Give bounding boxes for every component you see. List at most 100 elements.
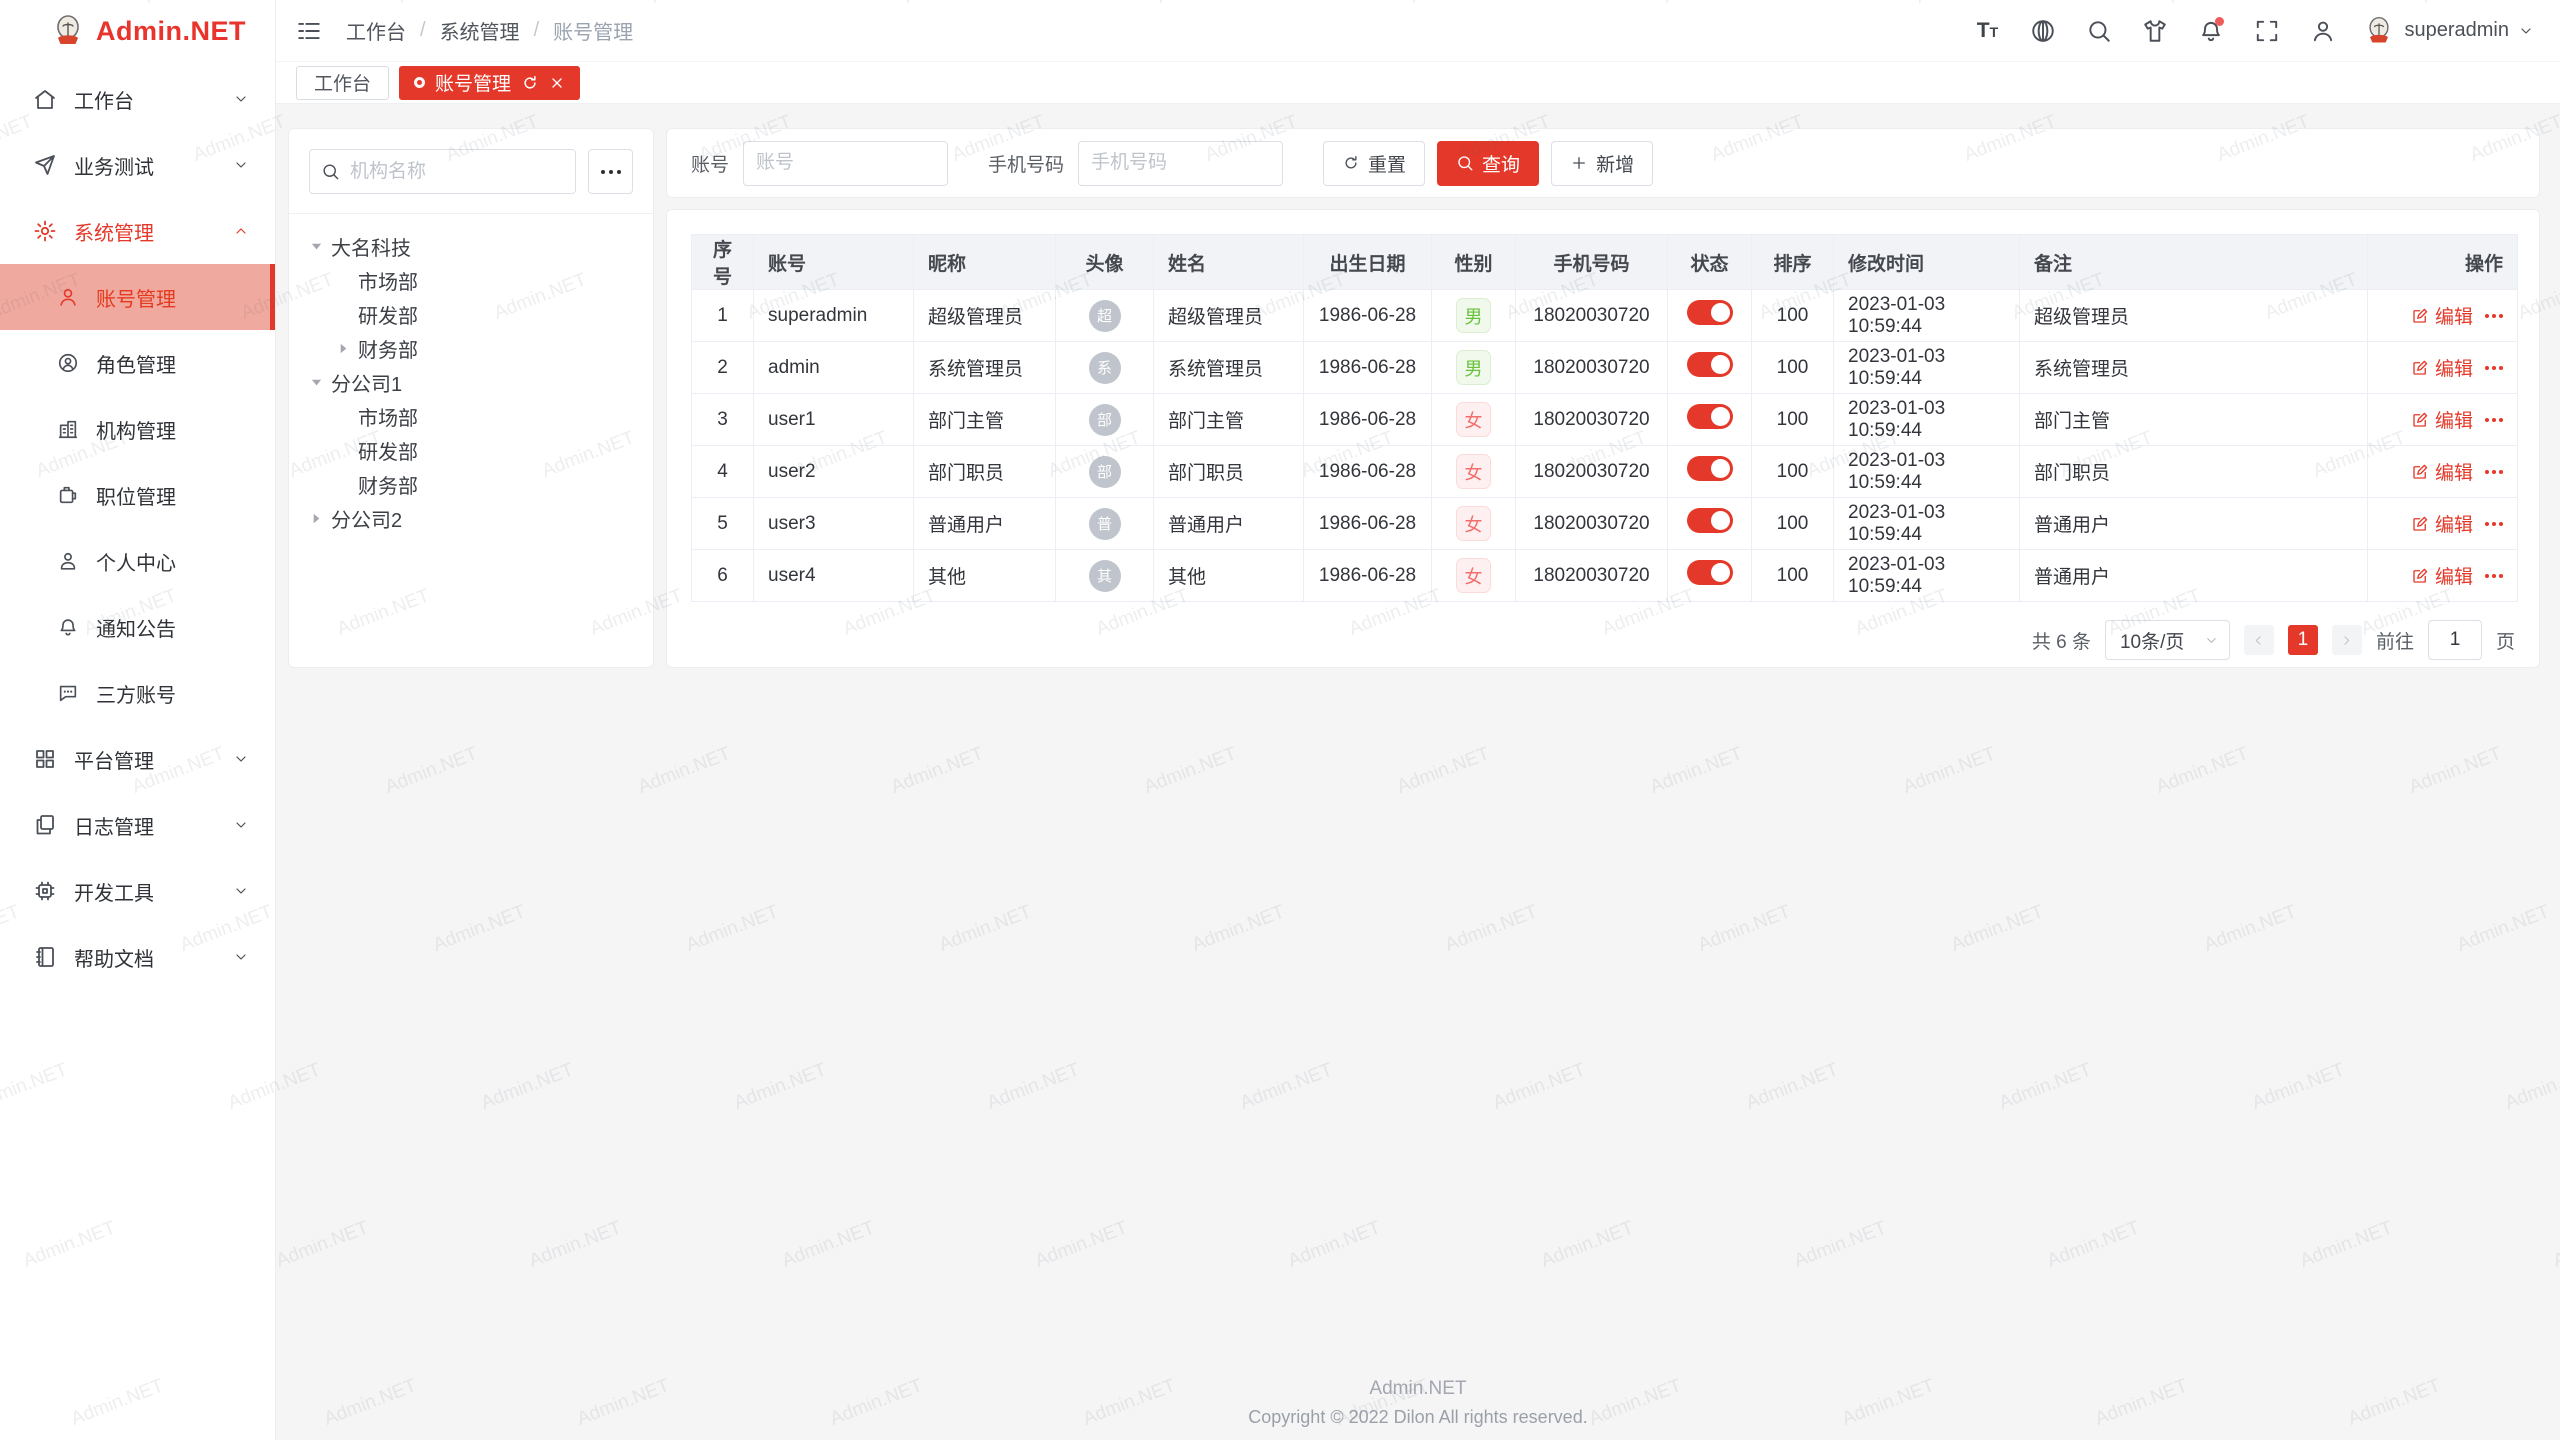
building-icon	[57, 418, 79, 440]
language-button[interactable]	[2027, 15, 2059, 47]
font-size-button[interactable]: TT	[1971, 15, 2003, 47]
edit-button[interactable]: 编辑	[2411, 406, 2473, 433]
edit-button[interactable]: 编辑	[2411, 354, 2473, 381]
cell-birthdate: 1986-06-28	[1304, 394, 1432, 446]
status-toggle[interactable]	[1687, 300, 1733, 325]
search-button[interactable]	[2083, 15, 2115, 47]
chevron-down-icon	[233, 157, 249, 173]
menu-fold-icon	[296, 18, 322, 44]
caret-placeholder	[336, 307, 351, 322]
refresh-icon[interactable]	[521, 74, 539, 92]
more-actions-button[interactable]	[2485, 418, 2503, 422]
status-toggle[interactable]	[1687, 404, 1733, 429]
edit-button[interactable]: 编辑	[2411, 302, 2473, 329]
edit-button[interactable]: 编辑	[2411, 562, 2473, 589]
tree-node-dept[interactable]: 研发部	[309, 297, 633, 331]
sidebar-item-log-management[interactable]: 日志管理	[0, 792, 275, 858]
status-toggle[interactable]	[1687, 456, 1733, 481]
tree-node-company[interactable]: 分公司2	[309, 501, 633, 535]
cell-remark: 系统管理员	[2020, 342, 2368, 394]
sidebar-item-help-docs[interactable]: 帮助文档	[0, 924, 275, 990]
breadcrumb-account-management: 账号管理	[553, 16, 633, 45]
divider	[289, 213, 653, 214]
notifications-button[interactable]	[2195, 15, 2227, 47]
tree-node-company[interactable]: 大名科技	[309, 229, 633, 263]
status-toggle[interactable]	[1687, 352, 1733, 377]
user-menu[interactable]: superadmin	[2363, 15, 2534, 47]
plus-icon	[1570, 154, 1588, 172]
table-row: 4 user2 部门职员 部 部门职员 1986-06-28 女 1802003…	[692, 446, 2518, 498]
goto-page-input[interactable]	[2428, 620, 2482, 660]
active-tab-dot-icon	[414, 77, 425, 88]
theme-button[interactable]	[2139, 15, 2171, 47]
sidebar-item-platform-management[interactable]: 平台管理	[0, 726, 275, 792]
more-actions-button[interactable]	[2485, 522, 2503, 526]
profile-shortcut-button[interactable]	[2307, 15, 2339, 47]
avatar: 部	[1089, 404, 1121, 436]
sidebar-item-dev-tools[interactable]: 开发工具	[0, 858, 275, 924]
caret-right-icon[interactable]	[336, 341, 351, 356]
tree-node-company[interactable]: 分公司1	[309, 365, 633, 399]
tree-node-dept[interactable]: 市场部	[309, 399, 633, 433]
user-icon	[2310, 18, 2336, 44]
next-page-button[interactable]	[2332, 625, 2362, 655]
gender-badge: 女	[1456, 558, 1491, 593]
close-icon[interactable]	[549, 75, 565, 91]
sidebar-item-personal-center[interactable]: 个人中心	[0, 528, 275, 594]
cell-nickname: 其他	[914, 550, 1056, 602]
username: superadmin	[2404, 19, 2509, 42]
table-row: 3 user1 部门主管 部 部门主管 1986-06-28 女 1802003…	[692, 394, 2518, 446]
col-modified: 修改时间	[1834, 235, 2020, 290]
edit-button[interactable]: 编辑	[2411, 510, 2473, 537]
caret-right-icon[interactable]	[309, 511, 324, 526]
sidebar-item-role-management[interactable]: 角色管理	[0, 330, 275, 396]
more-actions-button[interactable]	[2485, 574, 2503, 578]
sidebar-item-third-party-account[interactable]: 三方账号	[0, 660, 275, 726]
sidebar-item-workbench[interactable]: 工作台	[0, 66, 275, 132]
caret-down-icon[interactable]	[309, 239, 324, 254]
fullscreen-button[interactable]	[2251, 15, 2283, 47]
tree-node-dept[interactable]: 市场部	[309, 263, 633, 297]
more-actions-button[interactable]	[2485, 470, 2503, 474]
org-search-input[interactable]	[309, 149, 576, 194]
tab-account-management[interactable]: 账号管理	[399, 66, 580, 100]
menu-fold-button[interactable]	[294, 16, 324, 46]
reset-button[interactable]: 重置	[1323, 141, 1425, 186]
prev-page-button[interactable]	[2244, 625, 2274, 655]
cell-birthdate: 1986-06-28	[1304, 446, 1432, 498]
cell-name: 部门职员	[1154, 446, 1304, 498]
tree-node-dept[interactable]: 研发部	[309, 433, 633, 467]
status-toggle[interactable]	[1687, 508, 1733, 533]
more-actions-button[interactable]	[2485, 314, 2503, 318]
edit-button[interactable]: 编辑	[2411, 458, 2473, 485]
logo[interactable]: Admin.NET	[0, 0, 275, 62]
tree-node-dept[interactable]: 财务部	[309, 467, 633, 501]
tree-node-dept[interactable]: 财务部	[309, 331, 633, 365]
sidebar-item-business-test[interactable]: 业务测试	[0, 132, 275, 198]
more-actions-button[interactable]	[2485, 366, 2503, 370]
cell-seq: 6	[692, 550, 754, 602]
sidebar-item-account-management[interactable]: 账号管理	[0, 264, 275, 330]
caret-placeholder	[336, 409, 351, 424]
phone-input[interactable]	[1078, 141, 1283, 186]
chevron-down-icon	[233, 817, 249, 833]
sidebar-item-system-management[interactable]: 系统管理	[0, 198, 275, 264]
query-button[interactable]: 查询	[1437, 141, 1539, 186]
account-input[interactable]	[743, 141, 948, 186]
language-icon	[2030, 18, 2056, 44]
org-more-button[interactable]	[588, 149, 633, 194]
chevron-down-icon	[233, 751, 249, 767]
breadcrumb-system-management[interactable]: 系统管理	[440, 16, 520, 45]
sidebar-item-org-management[interactable]: 机构管理	[0, 396, 275, 462]
page-number-1[interactable]: 1	[2288, 625, 2318, 655]
caret-down-icon[interactable]	[309, 375, 324, 390]
cell-modified-time: 2023-01-03 10:59:44	[1834, 498, 2020, 550]
status-toggle[interactable]	[1687, 560, 1733, 585]
sidebar-item-notice[interactable]: 通知公告	[0, 594, 275, 660]
page-size-select[interactable]: 10条/页	[2105, 620, 2230, 660]
tab-workbench[interactable]: 工作台	[296, 66, 389, 100]
sidebar-item-position-management[interactable]: 职位管理	[0, 462, 275, 528]
add-button[interactable]: 新增	[1551, 141, 1653, 186]
cell-seq: 4	[692, 446, 754, 498]
breadcrumb-workbench[interactable]: 工作台	[346, 16, 406, 45]
